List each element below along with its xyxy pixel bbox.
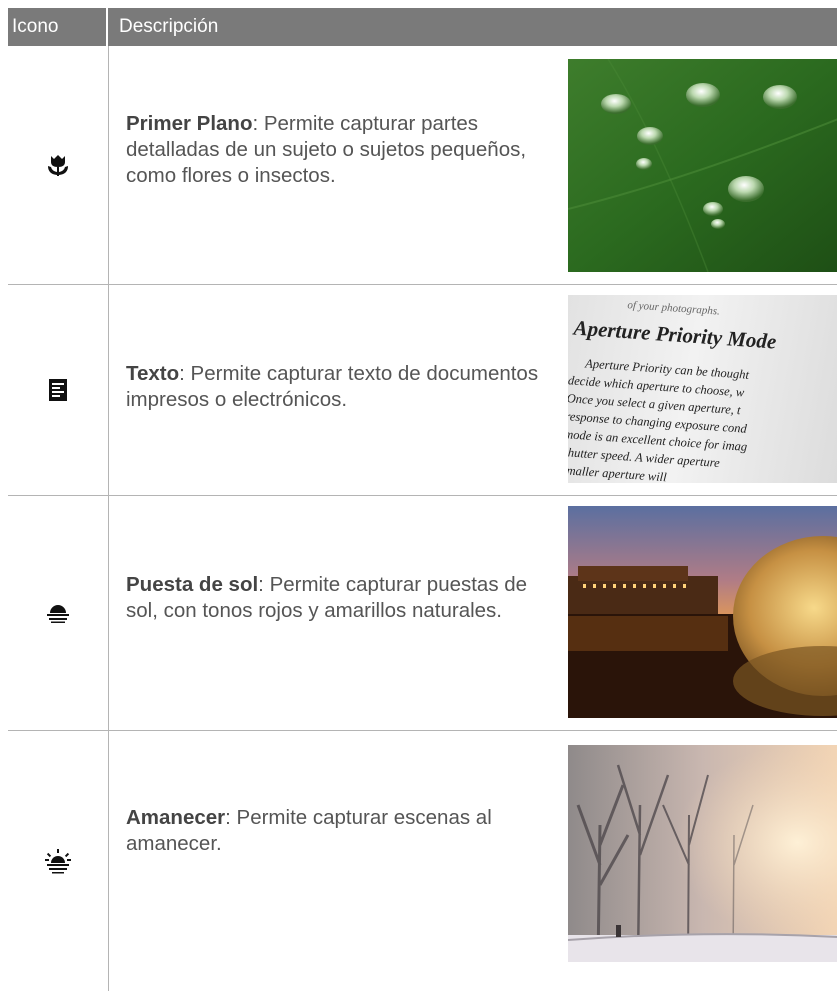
description-cell: Amanecer: Permite capturar escenas al am… [109, 731, 837, 991]
mode-title: Primer Plano [126, 112, 253, 135]
scene-mode-table: Icono Descripción Primer Plano: Permite … [8, 8, 837, 991]
row-text: Primer Plano: Permite capturar partes de… [126, 111, 551, 189]
dawn-icon [45, 849, 71, 874]
photo-caption: of your photographs. [627, 299, 721, 318]
photo-heading: Aperture Priority Mode [572, 315, 778, 354]
row-text: Puesta de sol: Permite capturar puestas … [126, 572, 551, 624]
description-cell: Primer Plano: Permite capturar partes de… [109, 46, 837, 284]
table-row: Amanecer: Permite capturar escenas al am… [8, 731, 837, 991]
description-cell: Puesta de sol: Permite capturar puestas … [109, 496, 837, 730]
table-header: Icono Descripción [8, 8, 837, 46]
table-row: Puesta de sol: Permite capturar puestas … [8, 496, 837, 731]
macro-flower-icon [48, 155, 68, 176]
row-text: Texto: Permite capturar texto de documen… [126, 361, 551, 413]
mode-title: Texto [126, 362, 180, 385]
water-droplets-on-leaf-photo [568, 59, 837, 272]
description-cell: Texto: Permite capturar texto de documen… [109, 285, 837, 495]
header-icon-column: Icono [8, 8, 108, 46]
icon-cell [8, 496, 109, 730]
icon-cell [8, 285, 109, 495]
row-text: Amanecer: Permite capturar escenas al am… [126, 805, 551, 857]
icon-cell [8, 46, 109, 284]
table-row: Texto: Permite capturar texto de documen… [8, 285, 837, 496]
mode-title: Puesta de sol [126, 573, 259, 596]
text-document-icon [49, 379, 67, 401]
header-description-column: Descripción [119, 16, 219, 37]
mode-description: : Permite capturar texto de documentos i… [126, 362, 539, 411]
sunset-building-reflection-photo [568, 506, 837, 718]
printed-book-page-photo: of your photographs. Aperture Priority M… [568, 295, 837, 483]
mode-title: Amanecer [126, 806, 226, 829]
icon-cell [8, 731, 109, 991]
misty-dawn-trees-photo [568, 745, 837, 962]
sunset-icon [47, 605, 69, 623]
table-row: Primer Plano: Permite capturar partes de… [8, 46, 837, 285]
